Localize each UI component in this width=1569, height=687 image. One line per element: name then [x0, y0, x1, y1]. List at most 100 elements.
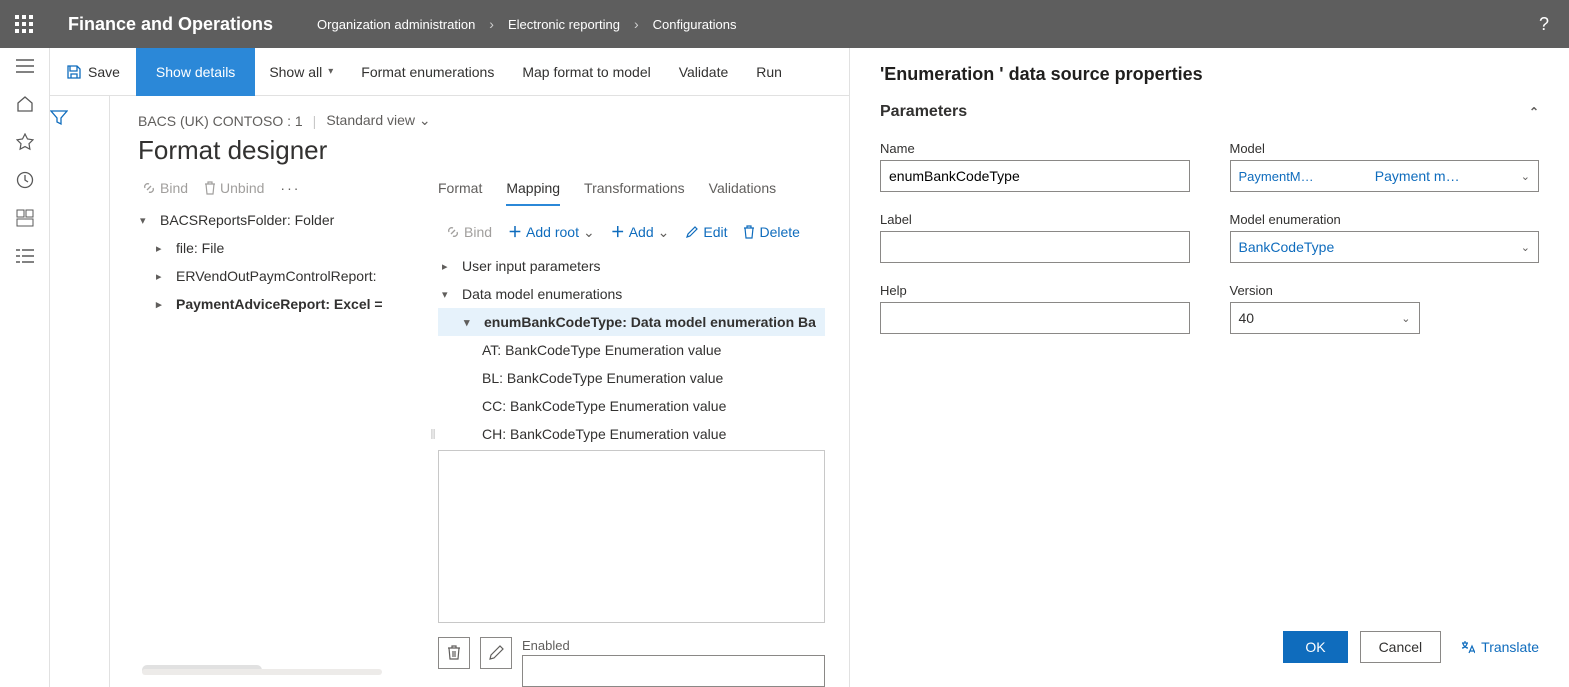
translate-icon: [1461, 640, 1475, 654]
scrollbar[interactable]: [142, 665, 262, 675]
tree-item[interactable]: ▸file: File: [138, 234, 428, 262]
home-icon[interactable]: [15, 94, 35, 114]
section-label: Parameters: [880, 103, 967, 121]
bind-button-left[interactable]: Bind: [142, 180, 188, 196]
caret-icon: ▸: [442, 260, 452, 273]
command-bar: Save Show details Show all▾ Format enume…: [50, 48, 849, 96]
breadcrumb-item[interactable]: Configurations: [653, 17, 737, 32]
name-label: Name: [880, 141, 1190, 156]
mapping-tabs: Format Mapping Transformations Validatio…: [438, 180, 825, 206]
tree-item-selected[interactable]: ▾enumBankCodeType: Data model enumeratio…: [438, 308, 825, 336]
add-root-button[interactable]: ＋Add root⌄: [508, 222, 595, 242]
help-icon[interactable]: ?: [1539, 14, 1549, 35]
model-enum-label: Model enumeration: [1230, 212, 1540, 227]
app-title: Finance and Operations: [48, 14, 297, 35]
show-all-button[interactable]: Show all▾: [255, 48, 347, 96]
chevron-down-icon: ⌄: [419, 112, 431, 128]
star-icon[interactable]: [15, 132, 35, 152]
tree-item[interactable]: ▾Data model enumerations: [438, 280, 825, 308]
trash-icon: [204, 181, 216, 195]
tree-item[interactable]: CH: BankCodeType Enumeration value: [438, 420, 825, 448]
model-dropdown[interactable]: PaymentM… Payment m… ⌄: [1230, 160, 1540, 192]
chevron-right-icon: ›: [489, 16, 494, 32]
model-label: Model: [1230, 141, 1540, 156]
translate-button[interactable]: Translate: [1461, 639, 1539, 655]
more-actions-button[interactable]: ···: [280, 180, 300, 196]
trash-button[interactable]: [438, 637, 470, 669]
ok-button[interactable]: OK: [1283, 631, 1347, 663]
breadcrumb: Organization administration › Electronic…: [297, 16, 736, 32]
chevron-down-icon: ▾: [328, 66, 333, 77]
parameters-section-header[interactable]: Parameters ⌃: [880, 103, 1539, 121]
chevron-down-icon: ⌄: [658, 224, 670, 241]
show-details-button[interactable]: Show details: [136, 48, 255, 96]
tree-item[interactable]: BL: BankCodeType Enumeration value: [438, 364, 825, 392]
caret-icon: ▾: [464, 316, 474, 329]
caret-icon: ▾: [442, 288, 452, 301]
unbind-button-left[interactable]: Unbind: [204, 180, 264, 196]
view-selector[interactable]: Standard view ⌄: [326, 112, 430, 129]
help-input[interactable]: [880, 302, 1190, 334]
tree-item[interactable]: AT: BankCodeType Enumeration value: [438, 336, 825, 364]
pencil-icon: [488, 645, 504, 661]
hamburger-icon[interactable]: [15, 56, 35, 76]
page-title: Format designer: [138, 135, 825, 166]
validate-button[interactable]: Validate: [665, 48, 743, 96]
properties-panel: 'Enumeration ' data source properties Pa…: [849, 48, 1569, 687]
tree-item[interactable]: ▸ERVendOutPaymControlReport:: [138, 262, 428, 290]
enabled-input[interactable]: [522, 655, 825, 687]
breadcrumb-item[interactable]: Electronic reporting: [508, 17, 620, 32]
modules-icon[interactable]: [15, 246, 35, 266]
panel-title: 'Enumeration ' data source properties: [880, 64, 1539, 85]
caret-icon: ▾: [140, 214, 150, 227]
link-icon: [446, 225, 460, 239]
chevron-right-icon: ›: [634, 16, 639, 32]
tab-format[interactable]: Format: [438, 180, 482, 206]
nav-rail: [0, 48, 50, 687]
workspaces-icon[interactable]: [15, 208, 35, 228]
save-button[interactable]: Save: [50, 48, 136, 96]
chevron-down-icon: ⌄: [1401, 312, 1410, 325]
chevron-down-icon: ⌄: [1521, 241, 1530, 254]
model-enum-dropdown[interactable]: BankCodeType ⌄: [1230, 231, 1540, 263]
filter-column: [50, 96, 110, 687]
label-label: Label: [880, 212, 1190, 227]
help-label: Help: [880, 283, 1190, 298]
filter-icon[interactable]: [50, 110, 109, 126]
save-label: Save: [88, 64, 120, 80]
caret-icon: ▸: [156, 270, 166, 283]
tree-item[interactable]: ▸PaymentAdviceReport: Excel =: [138, 290, 428, 318]
tab-validations[interactable]: Validations: [709, 180, 776, 206]
name-input[interactable]: [880, 160, 1190, 192]
format-tree: ▾BACSReportsFolder: Folder ▸file: File ▸…: [138, 206, 428, 318]
add-button[interactable]: ＋Add⌄: [611, 222, 670, 242]
tree-item[interactable]: CC: BankCodeType Enumeration value: [438, 392, 825, 420]
breadcrumb-item[interactable]: Organization administration: [317, 17, 475, 32]
format-enumerations-button[interactable]: Format enumerations: [347, 48, 508, 96]
caret-icon: ▸: [156, 298, 166, 311]
splitter-handle[interactable]: ‖: [428, 180, 438, 687]
version-dropdown[interactable]: 40 ⌄: [1230, 302, 1420, 334]
tab-transformations[interactable]: Transformations: [584, 180, 685, 206]
edit-button[interactable]: Edit: [685, 224, 727, 240]
tree-item[interactable]: ▸User input parameters: [438, 252, 825, 280]
map-format-button[interactable]: Map format to model: [508, 48, 664, 96]
trash-icon: [743, 225, 755, 239]
run-button[interactable]: Run: [742, 48, 796, 96]
enabled-label: Enabled: [522, 638, 570, 653]
waffle-menu[interactable]: [0, 0, 48, 48]
link-icon: [142, 181, 156, 195]
chevron-up-icon: ⌃: [1529, 105, 1539, 119]
mapping-tree: ▸User input parameters ▾Data model enume…: [438, 252, 825, 448]
save-icon: [66, 64, 82, 80]
tree-item[interactable]: ▾BACSReportsFolder: Folder: [138, 206, 428, 234]
cancel-button[interactable]: Cancel: [1360, 631, 1442, 663]
edit-formula-button[interactable]: [480, 637, 512, 669]
recent-icon[interactable]: [15, 170, 35, 190]
label-input[interactable]: [880, 231, 1190, 263]
bind-button[interactable]: Bind: [446, 224, 492, 240]
delete-button[interactable]: Delete: [743, 224, 799, 240]
version-label: Version: [1230, 283, 1540, 298]
chevron-down-icon: ⌄: [583, 224, 595, 241]
tab-mapping[interactable]: Mapping: [506, 180, 560, 206]
